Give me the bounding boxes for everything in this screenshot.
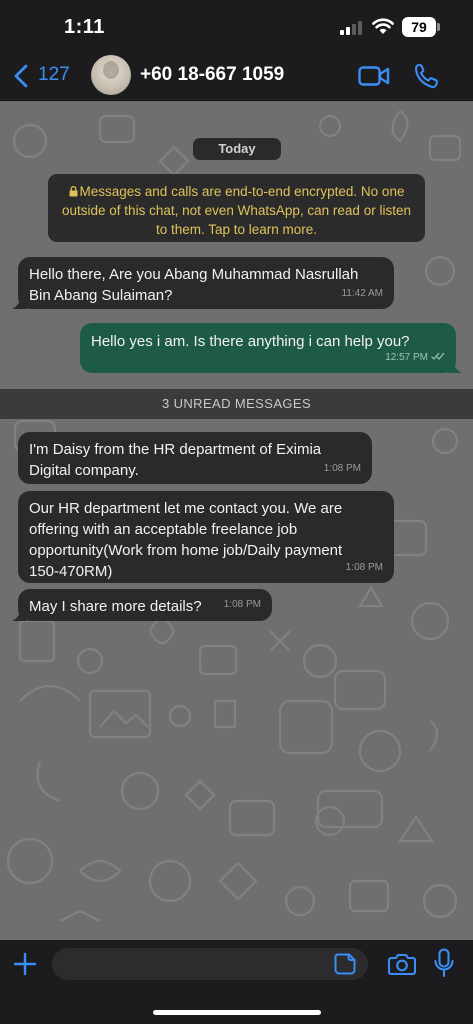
chat-area[interactable]: Today Messages and calls are end-to-end …	[0, 101, 473, 940]
message-text-line: Bin Abang Sulaiman?	[29, 287, 173, 304]
message-text-line: opportunity(Work from home job/Daily pay…	[29, 542, 343, 559]
message-timestamp: 1:08 PM	[223, 599, 261, 610]
chat-header: 127 +60 18-667 1059	[0, 54, 473, 100]
status-time: 1:11	[64, 16, 105, 38]
message-bubble-incoming[interactable]: Hello there, Are you Abang Muhammad Nasr…	[12, 257, 394, 309]
message-bubble-outgoing[interactable]: Hello yes i am. Is there anything i can …	[80, 323, 462, 373]
camera-icon[interactable]	[388, 952, 416, 976]
message-time: 12:57 PM	[385, 352, 428, 363]
status-bar: 1:11 79	[0, 0, 473, 54]
lock-icon	[69, 186, 78, 197]
back-unread-count[interactable]: 127	[38, 64, 70, 86]
microphone-icon[interactable]	[434, 948, 454, 978]
read-receipt-icon	[431, 352, 445, 360]
sticker-icon[interactable]	[334, 953, 356, 975]
message-text-line: 150-470RM)	[29, 563, 113, 580]
message-text-line: offering with an acceptable freelance jo…	[29, 521, 298, 538]
message-timestamp: 1:08 PM	[345, 562, 383, 573]
unread-messages-divider: 3 UNREAD MESSAGES	[0, 389, 473, 419]
encryption-notice-text: Messages and calls are end-to-end encryp…	[62, 184, 411, 237]
home-indicator	[153, 1010, 321, 1015]
message-bubble-incoming[interactable]: May I share more details? 1:08 PM	[12, 589, 272, 621]
message-input[interactable]	[52, 948, 368, 980]
plus-icon[interactable]	[13, 952, 37, 976]
battery-indicator: 79	[402, 17, 436, 37]
message-text-line: Hello there, Are you Abang Muhammad Nasr…	[29, 266, 359, 283]
message-bubble-incoming[interactable]: I'm Daisy from the HR department of Exim…	[18, 432, 372, 484]
message-input-bar	[0, 940, 473, 1024]
message-timestamp: 11:42 AM	[341, 288, 383, 299]
contact-name[interactable]: +60 18-667 1059	[140, 64, 284, 86]
contact-avatar[interactable]	[91, 55, 131, 95]
voice-call-icon[interactable]	[413, 62, 439, 90]
date-chip: Today	[193, 138, 281, 160]
cellular-signal-icon	[340, 21, 364, 35]
message-text-line: Digital company.	[29, 462, 139, 479]
message-timestamp: 1:08 PM	[323, 463, 361, 474]
wifi-icon	[372, 18, 394, 34]
bubble-tail	[12, 609, 26, 621]
encryption-notice[interactable]: Messages and calls are end-to-end encryp…	[48, 174, 425, 242]
bubble-tail	[448, 361, 462, 373]
message-bubble-incoming[interactable]: Our HR department let me contact you. We…	[18, 491, 394, 583]
battery-tip	[437, 23, 440, 31]
bubble-tail	[12, 297, 26, 309]
back-chevron-icon[interactable]	[12, 63, 30, 89]
video-call-icon[interactable]	[358, 64, 390, 88]
message-timestamp: 12:57 PM	[385, 347, 445, 368]
message-text-line: Our HR department let me contact you. We…	[29, 500, 343, 517]
message-text-line: I'm Daisy from the HR department of Exim…	[29, 441, 322, 458]
